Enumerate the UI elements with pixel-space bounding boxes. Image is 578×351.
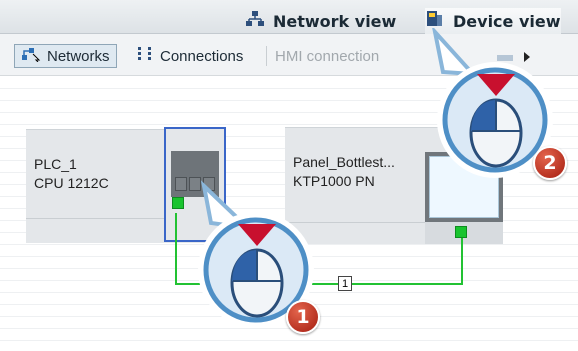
toolbar-divider: [266, 46, 267, 66]
plc-profinet-port[interactable]: [172, 197, 184, 209]
network-view-icon: [245, 10, 265, 32]
plc-device-type: CPU 1212C: [34, 175, 109, 191]
step-badge: 1: [286, 300, 320, 334]
callout-step-1: 1: [186, 178, 336, 338]
networks-button[interactable]: Networks: [14, 44, 117, 68]
connections-button[interactable]: Connections: [136, 44, 243, 68]
hmi-device-name: Panel_Bottlest...: [293, 154, 395, 170]
network-view-label: Network view: [273, 11, 397, 31]
callout-step-2: 2: [425, 25, 575, 188]
connection-type-select[interactable]: HMI connection: [275, 44, 379, 68]
network-wire[interactable]: [175, 213, 177, 285]
networks-label: Networks: [47, 47, 110, 65]
connection-label[interactable]: 1: [338, 276, 352, 291]
connections-label: Connections: [160, 47, 244, 65]
networks-icon: [21, 46, 41, 66]
connections-icon: [136, 45, 154, 67]
tab-network-view[interactable]: Network view: [245, 8, 396, 34]
plc-device-name: PLC_1: [34, 156, 77, 172]
step-badge: 2: [533, 146, 567, 180]
network-wire[interactable]: [461, 238, 463, 285]
hmi-profinet-port[interactable]: [455, 226, 467, 238]
